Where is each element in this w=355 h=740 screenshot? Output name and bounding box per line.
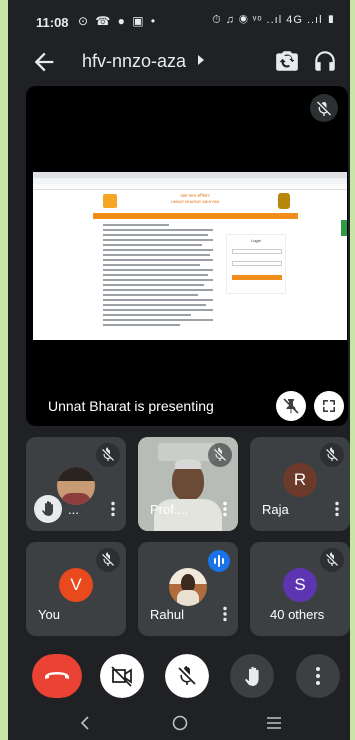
login-username-field xyxy=(232,249,282,254)
more-vert-icon[interactable] xyxy=(222,501,228,517)
site-nav-bar xyxy=(93,213,298,219)
status-time: 11:08 xyxy=(36,15,69,30)
presenting-label: Unnat Bharat is presenting xyxy=(48,398,214,414)
participant-name: Rahul xyxy=(150,607,184,622)
site-logo xyxy=(103,194,117,208)
site-body-text xyxy=(103,224,213,329)
participant-tile[interactable]: ... xyxy=(26,437,126,531)
login-box: Login xyxy=(226,234,286,294)
mic-off-icon xyxy=(310,94,338,122)
camera-off-button[interactable] xyxy=(100,654,144,698)
presentation-tile[interactable]: उन्नत भारत अभियान UNNAT BHARAT ABHIYAN L… xyxy=(26,86,348,426)
participant-tile-self[interactable]: V You xyxy=(26,542,126,636)
switch-camera-icon[interactable] xyxy=(274,48,300,74)
status-bar: 11:08 ⊙ ☎ ● ▣ • ⏱ ♫ ◉ ᵛᵒ ..ıl 4G ..ıl ▮ xyxy=(8,0,350,40)
participant-photo xyxy=(57,467,95,505)
end-call-button[interactable] xyxy=(32,654,82,698)
participant-avatar: V xyxy=(59,568,93,602)
notification-icons: ⊙ ☎ ● ▣ • xyxy=(78,14,158,28)
nav-recents-icon[interactable] xyxy=(266,716,282,730)
site-header: उन्नत भारत अभियान UNNAT BHARAT ABHIYAN xyxy=(93,190,298,212)
meeting-header: hfv-nnzo-aza xyxy=(8,40,350,84)
meeting-code[interactable]: hfv-nnzo-aza xyxy=(82,51,186,72)
login-title: Login xyxy=(251,238,261,243)
more-vert-icon[interactable] xyxy=(110,501,116,517)
participant-photo xyxy=(169,568,207,606)
login-button xyxy=(232,275,282,280)
mic-off-icon xyxy=(320,548,344,572)
participant-tile[interactable]: R Raja xyxy=(250,437,350,531)
others-tile[interactable]: S 40 others xyxy=(250,542,350,636)
others-count: 40 others xyxy=(270,607,325,622)
feedback-tab xyxy=(341,220,347,236)
participant-name: Prof.... xyxy=(150,502,189,517)
participant-avatar: R xyxy=(283,463,317,497)
participant-avatar: S xyxy=(283,568,317,602)
emblem-icon xyxy=(278,193,290,209)
site-name-hindi: उन्नत भारत अभियान xyxy=(180,193,210,198)
back-arrow-icon[interactable] xyxy=(30,48,58,76)
participant-name: Raja xyxy=(262,502,289,517)
participant-name: ... xyxy=(68,502,79,517)
participant-name: You xyxy=(38,607,60,622)
chevron-right-icon[interactable] xyxy=(196,54,206,66)
mic-off-icon xyxy=(96,548,120,572)
pin-off-icon[interactable] xyxy=(276,391,306,421)
system-nav-bar xyxy=(8,706,350,740)
login-password-field xyxy=(232,261,282,266)
system-icons: ⏱ ♫ ◉ ᵛᵒ ..ıl 4G ..ıl ▮ xyxy=(212,14,336,26)
more-vert-icon[interactable] xyxy=(222,606,228,622)
mic-off-icon xyxy=(320,443,344,467)
mic-off-icon xyxy=(208,443,232,467)
more-options-button[interactable] xyxy=(296,654,340,698)
participant-tile[interactable]: Prof.... xyxy=(138,437,238,531)
nav-back-icon[interactable] xyxy=(78,716,92,730)
meet-screen: 11:08 ⊙ ☎ ● ▣ • ⏱ ♫ ◉ ᵛᵒ ..ıl 4G ..ıl ▮ … xyxy=(8,0,350,740)
call-controls xyxy=(8,650,350,700)
nav-home-icon[interactable] xyxy=(172,715,188,731)
more-vert-icon[interactable] xyxy=(334,501,340,517)
raise-hand-button[interactable] xyxy=(230,654,274,698)
participant-tile[interactable]: Rahul xyxy=(138,542,238,636)
speaking-indicator-icon xyxy=(208,550,230,572)
raised-hand-icon xyxy=(34,495,62,523)
headphones-icon[interactable] xyxy=(312,48,338,74)
site-name: UNNAT BHARAT ABHIYAN xyxy=(170,199,220,204)
mic-off-button[interactable] xyxy=(165,654,209,698)
mic-off-icon xyxy=(96,443,120,467)
fullscreen-icon[interactable] xyxy=(314,391,344,421)
shared-screen-content: उन्नत भारत अभियान UNNAT BHARAT ABHIYAN L… xyxy=(33,172,347,340)
